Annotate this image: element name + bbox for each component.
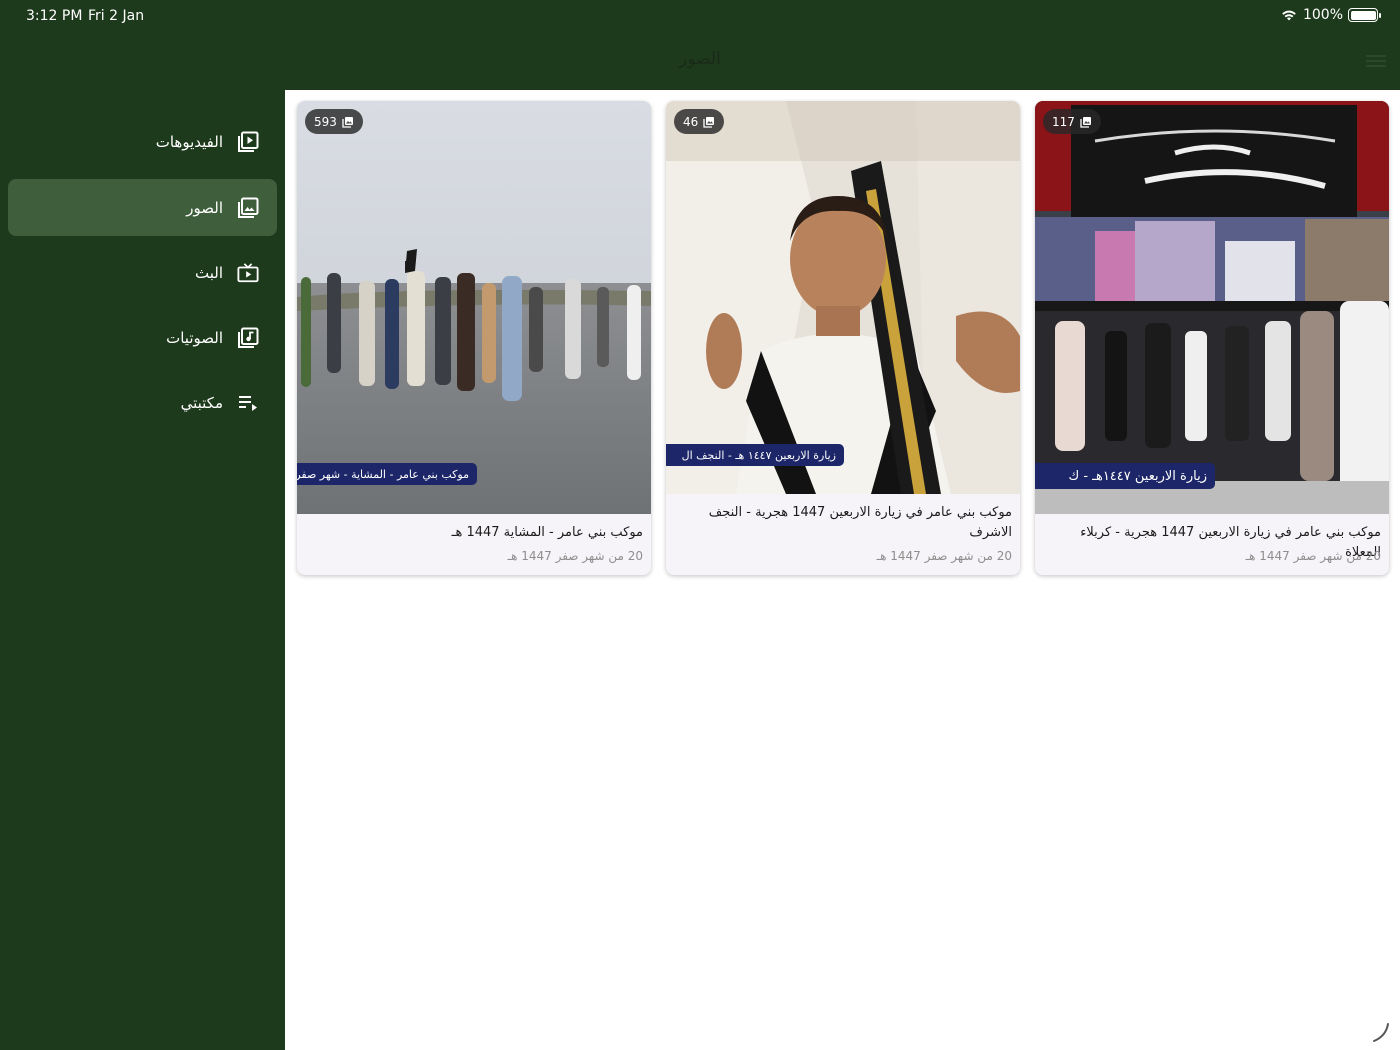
battery-icon	[1348, 8, 1381, 22]
photo-count-badge: 117	[1043, 109, 1101, 134]
image-caption-banner: زيارة الاربعين ١٤٤٧هـ - ك	[1035, 463, 1215, 489]
sidebar: الفيديوهات الصور البث الصوتيات مكتبتي	[0, 90, 285, 1050]
album-title: موكب بني عامر - المشاية 1447 هـ	[451, 525, 643, 540]
sidebar-item-live[interactable]: البث	[8, 244, 277, 301]
album-date: 20 من شهر صفر 1447 هـ	[876, 549, 1012, 563]
photo-count-badge: 46	[674, 109, 725, 134]
photo-icon	[1080, 116, 1091, 128]
status-bar: 3:12 PM Fri 2 Jan 100%	[0, 0, 1400, 34]
status-time: 3:12 PM	[26, 8, 83, 24]
video-library-icon	[237, 131, 259, 153]
photo-count-badge: 593	[305, 109, 363, 134]
album-thumbnail: 117 زيارة الاربعين ١٤٤٧هـ - ك	[1035, 101, 1389, 514]
album-thumbnail: 593 موكب بني عامر - المشاية - شهر صفر	[297, 101, 651, 514]
sidebar-item-label: البث	[195, 263, 223, 282]
sidebar-item-photos[interactable]: الصور	[8, 179, 277, 236]
image-caption-banner: موكب بني عامر - المشاية - شهر صفر	[297, 463, 477, 485]
album-card-walkers[interactable]: 593 موكب بني عامر - المشاية - شهر صفر مو…	[297, 101, 651, 575]
album-date: 20 من شهر صفر 1447 هـ	[1245, 549, 1381, 563]
audio-library-icon	[237, 327, 259, 349]
album-card-karbala[interactable]: 117 زيارة الاربعين ١٤٤٧هـ - ك موكب بني ع…	[1035, 101, 1389, 575]
album-card-najaf[interactable]: 46 زيارة الاربعين ١٤٤٧ هـ - النجف ال موك…	[666, 101, 1020, 575]
photo-albums-grid: 593 موكب بني عامر - المشاية - شهر صفر مو…	[285, 90, 1400, 1050]
menu-icon[interactable]	[1366, 52, 1386, 70]
sidebar-item-label: الصور	[186, 198, 223, 217]
sidebar-item-videos[interactable]: الفيديوهات	[8, 113, 277, 170]
sidebar-item-library[interactable]: مكتبتي	[8, 374, 277, 431]
album-thumbnail: 46 زيارة الاربعين ١٤٤٧ هـ - النجف ال	[666, 101, 1020, 494]
photo-library-icon	[237, 197, 259, 219]
photo-icon	[342, 116, 353, 128]
sidebar-item-label: مكتبتي	[180, 393, 223, 412]
wifi-icon	[1282, 10, 1296, 21]
sidebar-item-audio[interactable]: الصوتيات	[8, 309, 277, 366]
album-date: 20 من شهر صفر 1447 هـ	[507, 549, 643, 563]
playlist-icon	[237, 392, 259, 414]
page-title: الصور	[679, 49, 721, 69]
album-title: موكب بني عامر في زيارة الاربعين 1447 هجر…	[708, 505, 1012, 540]
status-indicators: 100%	[1280, 7, 1381, 23]
sidebar-item-label: الصوتيات	[166, 328, 223, 347]
image-caption-banner: زيارة الاربعين ١٤٤٧ هـ - النجف ال	[666, 444, 844, 466]
live-tv-icon	[237, 262, 259, 284]
loading-spinner-icon	[1373, 1023, 1389, 1042]
photo-icon	[703, 116, 715, 128]
status-date: Fri 2 Jan	[88, 8, 145, 24]
battery-percent: 100%	[1302, 7, 1343, 23]
sidebar-item-label: الفيديوهات	[155, 132, 223, 151]
